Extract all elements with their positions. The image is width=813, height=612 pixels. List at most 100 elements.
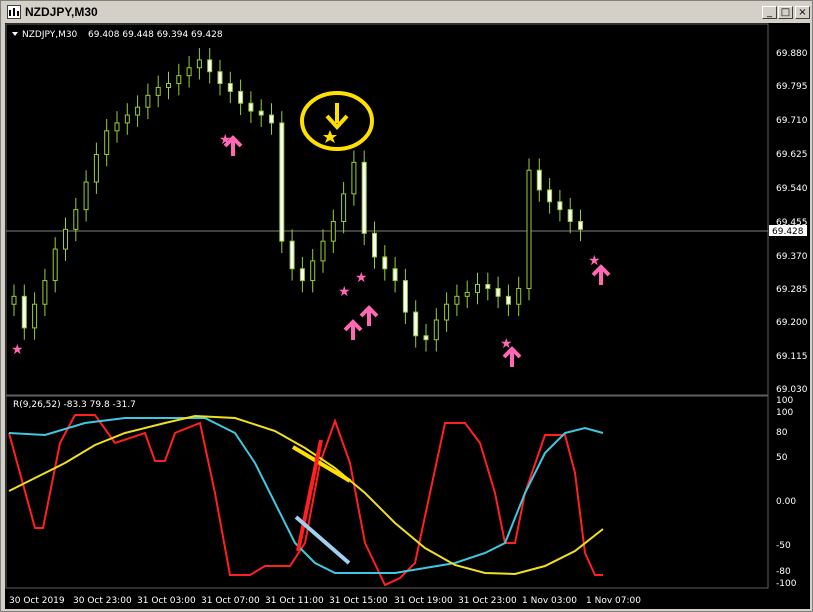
price-tick: 69.625	[776, 150, 808, 160]
osc-tick: -50	[776, 541, 791, 551]
candle-body	[135, 106, 141, 116]
price-tick: 69.115	[776, 352, 808, 362]
time-tick: 31 Oct 23:00	[458, 596, 517, 606]
candle-body	[11, 295, 17, 305]
osc-tick: 50	[776, 453, 788, 463]
candle-body	[32, 303, 38, 329]
maximize-button[interactable]: □	[778, 6, 793, 19]
candle-body	[402, 280, 408, 313]
time-tick: 31 Oct 19:00	[394, 596, 453, 606]
buy-arrow-icon	[591, 264, 611, 285]
candle-body	[444, 303, 450, 321]
candle-body	[269, 114, 274, 124]
yellow-oscillator-line	[8, 414, 604, 576]
red-oscillator-line	[8, 414, 603, 587]
candle-body	[485, 284, 491, 289]
window-title: NZDJPY,M30	[25, 5, 98, 19]
candle-body	[73, 209, 79, 230]
candle-body	[52, 248, 58, 282]
candle-body	[578, 220, 583, 230]
candle-body	[536, 169, 542, 191]
candle-body	[475, 284, 480, 293]
candle-body	[114, 122, 120, 132]
candle-body	[124, 114, 130, 124]
candle-body	[176, 75, 182, 85]
price-panel-frame	[5, 23, 769, 396]
dropdown-triangle-icon[interactable]	[12, 32, 18, 36]
price-tick: 69.880	[776, 49, 808, 59]
blue-drawn-line	[294, 515, 351, 565]
candle-body	[289, 240, 295, 270]
price-axis: 69.880 69.795 69.710 69.625 69.540 69.45…	[776, 49, 808, 395]
osc-tick: -100	[776, 579, 797, 589]
candle-body	[238, 90, 244, 104]
candle-body	[516, 287, 522, 305]
candle-body	[93, 153, 99, 183]
candle-body	[104, 130, 110, 155]
title-bar[interactable]: NZDJPY,M30 _ □ ×	[3, 3, 810, 21]
candle-body	[217, 71, 223, 85]
price-tick: 69.370	[776, 252, 808, 262]
candle-body	[227, 83, 233, 92]
time-tick: 30 Oct 23:00	[73, 596, 132, 606]
candle-body	[392, 268, 398, 282]
candle-body	[207, 59, 213, 73]
candle-body	[464, 291, 470, 297]
candle-body	[433, 319, 439, 341]
candle-body	[21, 295, 27, 329]
candle-body	[279, 122, 285, 242]
signal-markers: ★★★★★★	[11, 132, 611, 367]
candle-body	[372, 232, 377, 258]
price-tick: 69.795	[776, 82, 808, 92]
chart-area[interactable]: NZDJPY,M30 69.408 69.448 69.394 69.428 R…	[5, 23, 810, 609]
current-price-label: 69.428	[772, 227, 804, 237]
osc-tick: 100	[776, 408, 793, 418]
candle-body	[166, 83, 171, 88]
oscillator-axis: 100 100 80 50 0.00 -50 -80 -100	[776, 396, 797, 589]
candle-body	[83, 181, 89, 211]
chart-canvas[interactable]: NZDJPY,M30 69.408 69.448 69.394 69.428 R…	[5, 23, 810, 609]
buy-arrow-icon	[359, 305, 379, 326]
candles-layer	[11, 48, 583, 352]
candle-body	[63, 228, 68, 250]
candle-body	[351, 161, 357, 195]
oscillator-panel-frame	[5, 395, 769, 589]
price-tick: 69.540	[776, 184, 808, 194]
candle-body	[258, 110, 264, 116]
sell-arrow-icon	[325, 103, 349, 130]
pink-star-icon: ★	[338, 284, 351, 300]
candle-body	[145, 94, 151, 108]
price-tick: 69.200	[776, 318, 808, 328]
candle-body	[330, 220, 336, 242]
time-tick: 31 Oct 15:00	[329, 596, 388, 606]
oscillator-lines	[8, 414, 604, 587]
time-tick: 31 Oct 07:00	[201, 596, 260, 606]
candle-body	[557, 201, 563, 211]
price-tick: 69.030	[776, 385, 808, 395]
candle-body	[310, 260, 316, 282]
osc-tick: 0.00	[776, 497, 796, 507]
time-tick: 31 Oct 11:00	[265, 596, 324, 606]
candle-body	[341, 193, 347, 222]
osc-tick: 100	[776, 396, 793, 406]
candle-body	[495, 287, 501, 297]
oscillator-header: R(9,26,52) -83.3 79.8 -31.7	[13, 400, 136, 410]
candle-body	[42, 280, 48, 305]
candle-body	[155, 86, 161, 96]
time-tick: 31 Oct 03:00	[137, 596, 196, 606]
candle-body	[320, 240, 326, 262]
close-button[interactable]: ×	[795, 6, 810, 19]
minimize-button[interactable]: _	[762, 6, 777, 19]
price-tick: 69.285	[776, 285, 808, 295]
candle-body	[526, 169, 532, 289]
chart-icon	[7, 5, 21, 19]
time-tick: 30 Oct 2019	[9, 596, 65, 606]
candle-body	[196, 59, 202, 69]
time-tick: 1 Nov 03:00	[522, 596, 577, 606]
candle-body	[547, 189, 553, 203]
candle-body	[299, 268, 305, 282]
price-header-symbol: NZDJPY,M30	[22, 30, 78, 40]
candle-body	[413, 311, 419, 337]
price-header-ohlc: 69.408 69.448 69.394 69.428	[88, 30, 223, 40]
buy-arrow-icon	[343, 319, 363, 340]
